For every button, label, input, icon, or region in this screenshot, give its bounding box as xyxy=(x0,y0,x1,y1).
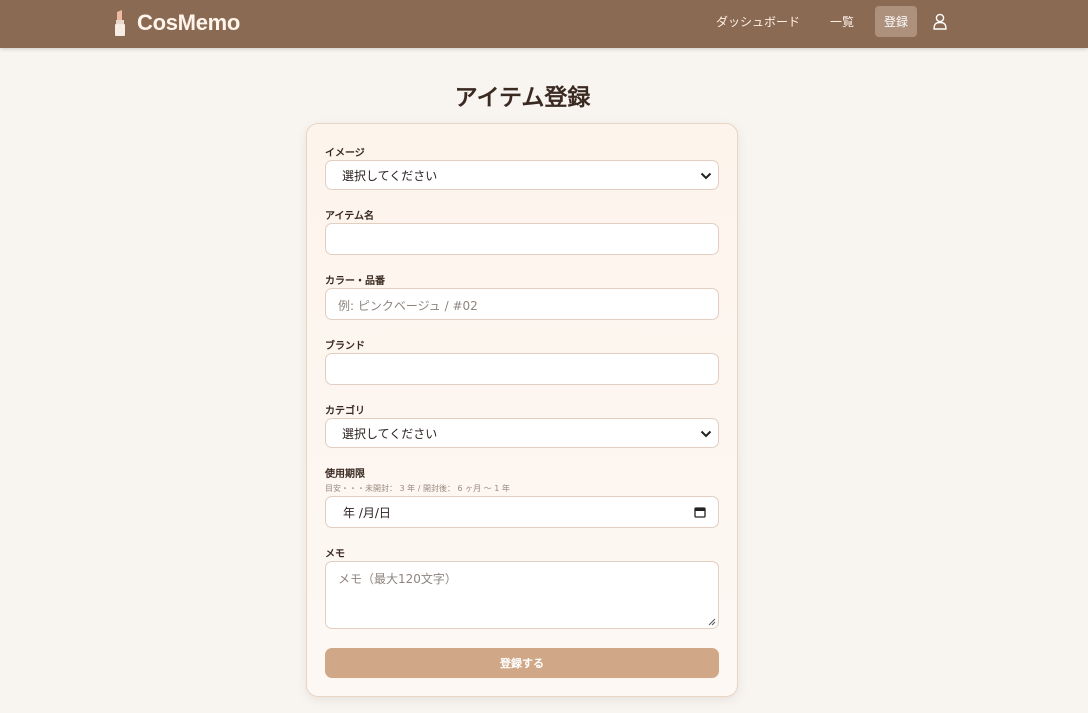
user-icon[interactable] xyxy=(931,12,949,32)
resize-grip-icon[interactable] xyxy=(706,616,716,626)
color-input[interactable]: 例: ピンクベージュ / #02 xyxy=(325,288,719,320)
expiry-hint: 目安・・・未開封： 3 年 / 開封後： 6 ヶ月 ～ 1 年 xyxy=(325,484,510,493)
brand-label: ブランド xyxy=(325,341,365,352)
memo-placeholder: メモ（最大120文字） xyxy=(338,572,457,586)
color-label: カラー・品番 xyxy=(325,276,385,287)
image-select-value: 選択してください xyxy=(342,168,438,183)
memo-textarea[interactable]: メモ（最大120文字） xyxy=(325,561,719,629)
color-placeholder: 例: ピンクベージュ / #02 xyxy=(338,299,478,313)
item-name-input[interactable] xyxy=(325,223,719,255)
item-name-label: アイテム名 xyxy=(325,211,374,222)
category-select[interactable]: 選択してください xyxy=(325,418,719,448)
brand-input[interactable] xyxy=(325,353,719,385)
top-navbar: CosMemo ダッシュボード 一覧 登録 xyxy=(0,0,1088,48)
nav-list-link[interactable]: 一覧 xyxy=(821,6,863,37)
image-select[interactable]: 選択してください xyxy=(325,160,719,190)
expiry-date-input[interactable]: 年 /月/日 xyxy=(325,496,719,528)
submit-button[interactable]: 登録する xyxy=(325,648,719,678)
app-name: CosMemo xyxy=(137,10,241,35)
category-select-value: 選択してください xyxy=(342,426,438,441)
expiry-label: 使用期限 xyxy=(325,469,365,480)
image-label: イメージ xyxy=(325,148,365,159)
brand-logo[interactable]: CosMemo xyxy=(113,9,240,37)
chevron-down-icon xyxy=(700,172,712,180)
category-label: カテゴリ xyxy=(325,406,365,417)
expiry-date-value: 年 /月/日 xyxy=(343,505,391,520)
chevron-down-icon xyxy=(700,430,712,438)
nav-register-link[interactable]: 登録 xyxy=(875,6,918,37)
nav-dashboard-link[interactable]: ダッシュボード xyxy=(707,6,809,37)
nav-menu: ダッシュボード 一覧 登録 xyxy=(700,6,949,37)
memo-label: メモ xyxy=(325,549,345,560)
lipstick-icon xyxy=(115,10,125,36)
calendar-icon[interactable] xyxy=(694,506,706,518)
registration-form: イメージ 選択してください アイテム名 カラー・品番 例: ピンクベージュ / … xyxy=(306,123,738,697)
page-title: アイテム登録 xyxy=(454,85,591,111)
